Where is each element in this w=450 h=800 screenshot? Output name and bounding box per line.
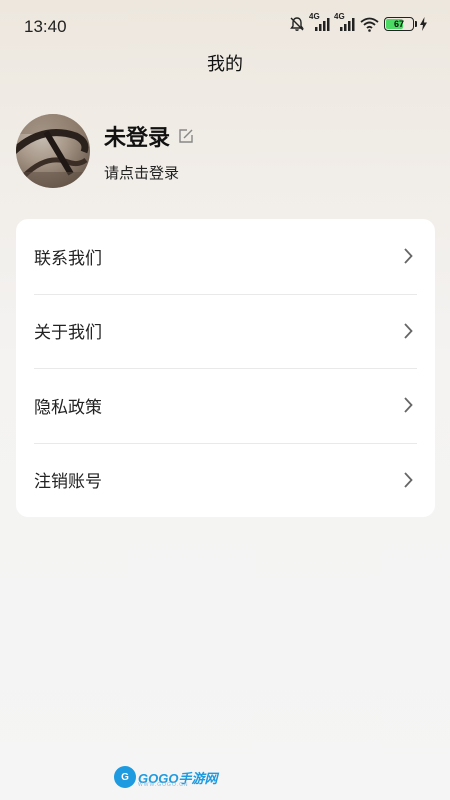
wifi-icon (360, 17, 379, 32)
status-time: 13:40 (24, 17, 67, 36)
signal-icon: 4G (309, 12, 330, 32)
profile-text: 未登录 请点击登录 (104, 120, 194, 183)
menu-item-label: 联系我们 (34, 248, 102, 269)
page-title: 我的 (207, 54, 243, 75)
menu-item-label: 隐私政策 (34, 397, 102, 418)
battery-percent: 67 (393, 19, 404, 29)
chevron-right-icon (403, 248, 413, 264)
avatar[interactable] (16, 114, 90, 188)
menu-item-about-us[interactable]: 关于我们 (16, 293, 435, 369)
menu-item-label: 注销账号 (34, 472, 102, 493)
status-icons: 4G 4G 67 (289, 12, 428, 32)
menu-card: 联系我们 关于我们 隐私政策 注销账号 (16, 219, 435, 517)
watermark-subtext: WWW.GOGO.CN (138, 782, 189, 788)
profile-section[interactable]: 未登录 请点击登录 (16, 114, 194, 188)
edit-icon[interactable] (178, 128, 194, 144)
mute-bell-icon (289, 16, 305, 32)
charging-icon (419, 17, 428, 31)
status-bar: 13:40 4G 4G 67 (0, 0, 450, 54)
menu-item-label: 关于我们 (34, 323, 102, 344)
signal-icon: 4G (334, 12, 355, 32)
chevron-right-icon (403, 472, 413, 488)
login-prompt[interactable]: 请点击登录 (104, 162, 194, 183)
menu-item-delete-account[interactable]: 注销账号 (16, 442, 435, 518)
battery-icon: 67 (384, 17, 417, 31)
chevron-right-icon (403, 323, 413, 339)
watermark-logo: G GOGO手游网 WWW.GOGO.CN (114, 766, 217, 788)
menu-item-privacy-policy[interactable]: 隐私政策 (16, 368, 435, 443)
profile-name-row: 未登录 (104, 120, 194, 152)
network-type-label: 4G (309, 12, 320, 21)
network-type-label: 4G (334, 12, 345, 21)
menu-item-contact-us[interactable]: 联系我们 (16, 219, 435, 294)
watermark-logo-icon: G (114, 766, 136, 788)
profile-name[interactable]: 未登录 (104, 120, 170, 152)
chevron-right-icon (403, 397, 413, 413)
